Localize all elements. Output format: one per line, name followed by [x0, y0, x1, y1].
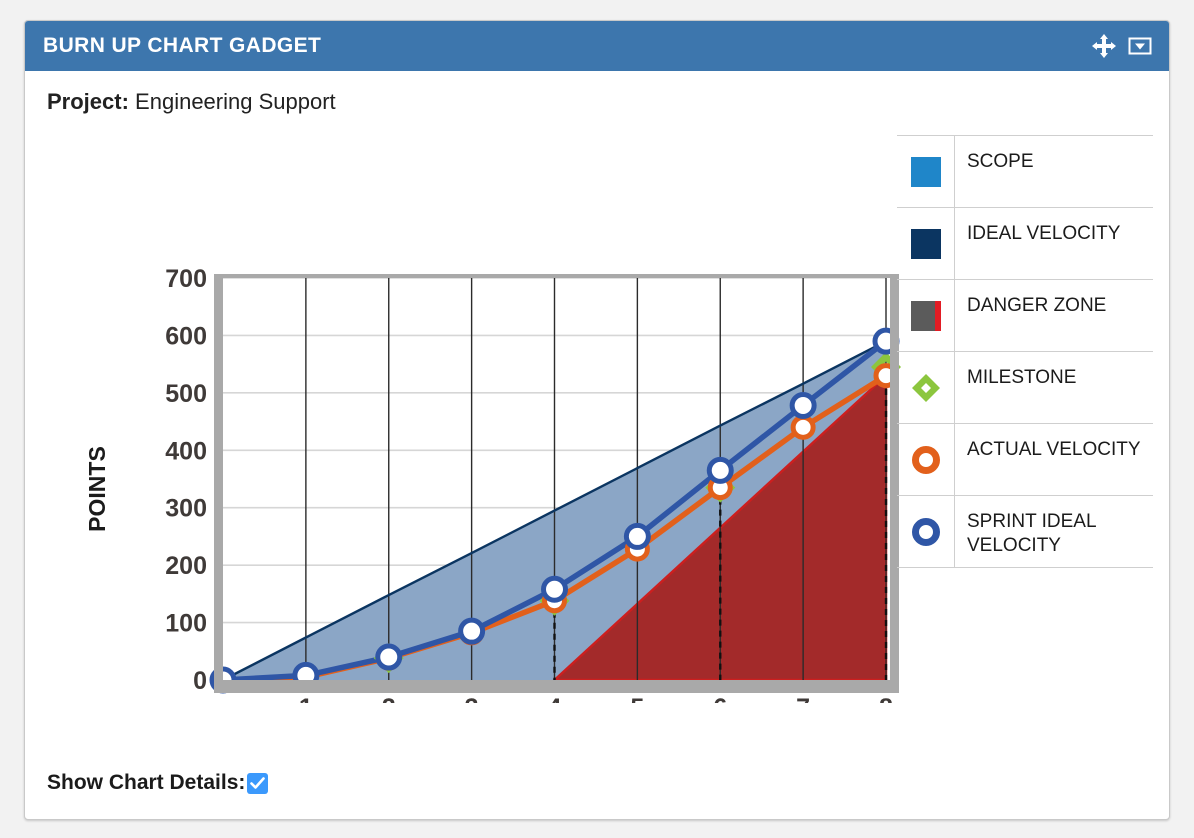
- legend-row[interactable]: DANGER ZONE: [897, 280, 1153, 352]
- y-axis-tick-label: 0: [193, 667, 207, 695]
- legend-swatch-cell: [897, 424, 955, 495]
- legend-row[interactable]: MILESTONE: [897, 352, 1153, 424]
- chart-legend: SCOPE IDEAL VELOCITY DANGER ZONE MILESTONE A…: [897, 135, 1153, 568]
- x-axis-tick-label: 5: [630, 694, 644, 703]
- legend-row[interactable]: ACTUAL VELOCITY: [897, 424, 1153, 496]
- move-cross-arrows-icon[interactable]: [1091, 33, 1117, 59]
- show-chart-details-row: Show Chart Details:: [47, 771, 269, 795]
- y-axis-bar: [214, 274, 223, 689]
- y-axis-tick-label: 300: [165, 495, 207, 523]
- legend-row[interactable]: SCOPE: [897, 136, 1153, 208]
- sprint-ideal-velocity-marker[interactable]: [706, 456, 734, 484]
- x-axis-tick-label: 7: [796, 694, 810, 703]
- x-axis-tick-label: 1: [299, 694, 313, 703]
- legend-swatch-cell: [897, 208, 955, 279]
- ring-icon: [911, 517, 940, 546]
- project-name: Engineering Support: [135, 89, 336, 114]
- legend-label: ACTUAL VELOCITY: [967, 439, 1141, 460]
- x-axis-tick-label: 8: [879, 694, 893, 703]
- x-axis-tick-label: 3: [465, 694, 479, 703]
- project-line: Project: Engineering Support: [47, 89, 1151, 115]
- sprint-ideal-velocity-marker[interactable]: [623, 522, 651, 550]
- sprint-ideal-velocity-marker[interactable]: [375, 643, 403, 671]
- legend-row[interactable]: SPRINT IDEAL VELOCITY: [897, 496, 1153, 568]
- diamond-outline-icon: [911, 373, 940, 402]
- x-axis-bar: [214, 680, 899, 693]
- gadget-titlebar: BURN UP CHART GADGET: [25, 21, 1169, 71]
- y-axis-tick-label: 700: [165, 265, 207, 293]
- actual-velocity-marker[interactable]: [790, 414, 816, 440]
- legend-label: MILESTONE: [967, 367, 1077, 388]
- x-axis-tick-label: 6: [713, 694, 727, 703]
- gadget-body: Project: Engineering Support 0 100 200 300 4…: [25, 71, 1169, 819]
- show-chart-details-label: Show Chart Details:: [47, 771, 246, 794]
- sprint-ideal-velocity-marker[interactable]: [541, 575, 568, 603]
- sprint-ideal-velocity-marker[interactable]: [789, 391, 817, 419]
- legend-row[interactable]: IDEAL VELOCITY: [897, 208, 1153, 280]
- legend-label: SPRINT IDEAL VELOCITY: [967, 511, 1096, 556]
- y-axis-tick-label: 500: [165, 380, 207, 408]
- legend-swatch-cell: [897, 352, 955, 423]
- split-square-icon: [910, 300, 941, 331]
- y-axis-tick-label: 400: [165, 437, 207, 465]
- y-axis-tick-label: 100: [165, 610, 207, 638]
- filled-square-icon: [910, 228, 941, 259]
- show-chart-details-checkbox[interactable]: [247, 772, 269, 794]
- y-axis-tick-label: 200: [165, 552, 207, 580]
- x-axis-tick-label: 2: [382, 694, 396, 703]
- legend-swatch-cell: [897, 280, 955, 351]
- x-axis-tick-label: 4: [548, 694, 562, 703]
- plot-top-border: [214, 274, 899, 278]
- titlebar-actions: [1091, 33, 1153, 59]
- project-label: Project:: [47, 89, 129, 114]
- burn-up-chart-svg[interactable]: 0100200300400500600700POINTS1....2....3.…: [43, 123, 903, 703]
- page-title: BURN UP CHART GADGET: [43, 34, 322, 57]
- y-axis-tick-label: 600: [165, 322, 207, 350]
- legend-swatch-cell: [897, 496, 955, 567]
- legend-swatch-cell: [897, 136, 955, 207]
- ring-icon: [911, 445, 940, 474]
- y-axis-title: POINTS: [84, 446, 110, 532]
- legend-label: IDEAL VELOCITY: [967, 223, 1121, 244]
- legend-label: DANGER ZONE: [967, 295, 1107, 316]
- chevron-down-box-icon[interactable]: [1127, 33, 1153, 59]
- legend-label: SCOPE: [967, 151, 1034, 172]
- sprint-ideal-velocity-marker[interactable]: [458, 617, 486, 645]
- checkmark-icon: [250, 776, 266, 789]
- burn-up-chart-gadget: BURN UP CHART GADGET Project: Engineerin…: [24, 20, 1170, 820]
- filled-square-icon: [910, 156, 941, 187]
- chart-area: 0100200300400500600700POINTS1....2....3.…: [43, 123, 1153, 703]
